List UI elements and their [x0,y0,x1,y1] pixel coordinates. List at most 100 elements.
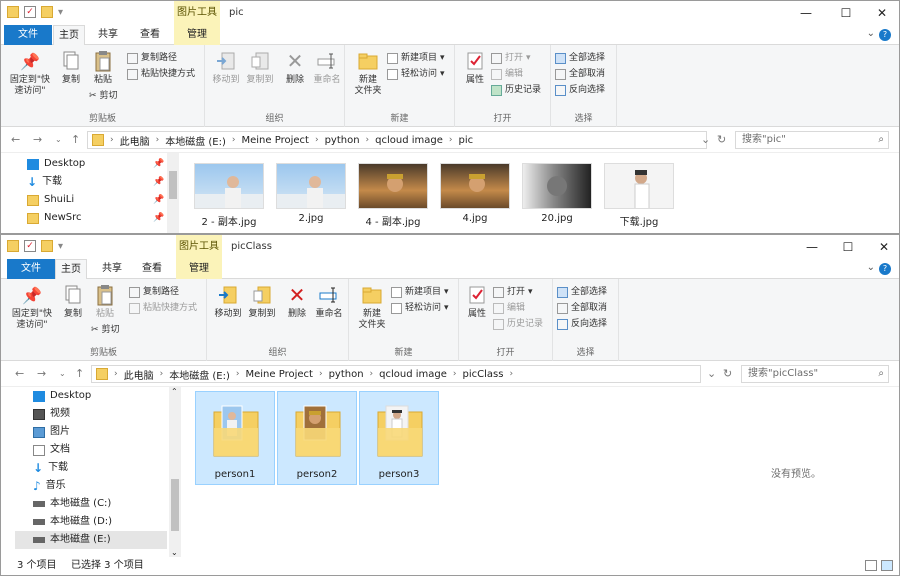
nav-item-desktop[interactable]: Desktop [27,155,85,173]
easy-access-button[interactable]: 轻松访问 ▾ [387,67,445,82]
address-dropdown-icon[interactable]: ⌄ [707,367,716,380]
pin-icon[interactable]: 📌 [153,195,164,205]
maximize-button[interactable]: ☐ [831,1,861,25]
tab-home[interactable]: 主页 [55,259,87,280]
pin-icon[interactable]: 📌 [153,213,164,223]
nav-item-videos[interactable]: 视频 [33,405,70,423]
file-item[interactable]: 2 - 副本.jpg [193,163,265,228]
breadcrumb-meine-project[interactable]: Meine Project [246,369,313,380]
properties-check-icon[interactable]: ✓ [24,6,36,18]
tab-manage[interactable]: 管理 [174,25,220,45]
search-icon[interactable]: ⌕ [878,366,884,382]
collapse-ribbon-icon[interactable]: ⌄ [867,262,875,273]
open-button[interactable]: 打开 ▾ [491,51,531,66]
tab-share[interactable]: 共享 [91,25,125,45]
edit-button[interactable]: 编辑 [491,67,523,82]
properties-button[interactable]: 属性 [459,49,491,86]
minimize-button[interactable]: — [797,235,827,259]
help-icon[interactable]: ? [879,263,891,275]
move-to-button[interactable]: 移动到 [209,49,243,86]
address-path[interactable]: › 此电脑 › 本地磁盘 (E:) › Meine Project › pyth… [87,131,707,149]
collapse-ribbon-icon[interactable]: ⌄ [867,28,875,39]
nav-item-drive-d[interactable]: 本地磁盘 (D:) [33,513,112,531]
scroll-up-icon[interactable]: ⌃ [171,387,178,396]
copy-path-button[interactable]: 复制路径 [127,51,177,66]
history-button[interactable]: 历史记录 [491,83,541,98]
rename-button[interactable]: 重命名 [311,49,343,86]
folder-item[interactable]: person2 [277,391,357,485]
invert-selection-button[interactable]: 反向选择 [557,317,607,332]
nav-scrollbar[interactable]: ⌃ ⌄ [169,387,181,559]
tab-view[interactable]: 查看 [133,25,167,45]
nav-item-music[interactable]: ♪ 音乐 [33,477,66,495]
pin-quick-access-button[interactable]: 📌 固定到"快 速访问" [9,283,55,331]
select-all-button[interactable]: 全部选择 [557,285,607,300]
file-item[interactable]: 4.jpg [439,163,511,224]
new-folder-icon[interactable] [41,240,53,252]
search-icon[interactable]: ⌕ [878,132,884,148]
tab-file[interactable]: 文件 [4,25,52,45]
nav-item-downloads[interactable]: ↓ 下载 [33,459,68,477]
tab-view[interactable]: 查看 [135,259,169,279]
folder-item[interactable]: person1 [195,391,275,485]
new-folder-button[interactable]: 新建 文件夹 [351,49,385,97]
edit-button[interactable]: 编辑 [493,301,525,316]
pin-quick-access-button[interactable]: 📌 固定到"快 速访问" [7,49,53,97]
breadcrumb-picclass[interactable]: picClass [463,369,504,380]
tab-home[interactable]: 主页 [53,25,85,46]
breadcrumb-this-pc[interactable]: 此电脑 [120,133,150,148]
invert-selection-button[interactable]: 反向选择 [555,83,605,98]
new-folder-button[interactable]: 新建 文件夹 [355,283,389,331]
pin-icon[interactable]: 📌 [153,177,164,187]
recent-dropdown-icon[interactable]: ⌄ [59,369,66,378]
nav-item-newsrc[interactable]: NewSrc [27,209,82,227]
nav-item-shuili[interactable]: ShuiLi [27,191,74,209]
new-item-button[interactable]: 新建项目 ▾ [387,51,445,66]
close-button[interactable]: ✕ [869,235,899,259]
refresh-icon[interactable]: ↻ [717,133,726,146]
file-item[interactable]: 20.jpg [521,163,593,224]
breadcrumb-this-pc[interactable]: 此电脑 [124,367,154,382]
pin-icon[interactable]: 📌 [153,159,164,169]
copy-to-button[interactable]: 复制到 [245,283,279,320]
nav-item-downloads[interactable]: ↓ 下载 [27,173,62,191]
tab-manage[interactable]: 管理 [176,259,222,279]
delete-button[interactable]: ✕ 删除 [279,49,311,86]
help-icon[interactable]: ? [879,29,891,41]
address-dropdown-icon[interactable]: ⌄ [701,133,710,146]
breadcrumb-python[interactable]: python [329,369,364,380]
file-item[interactable]: 2.jpg [275,163,347,224]
maximize-button[interactable]: ☐ [833,235,863,259]
minimize-button[interactable]: — [791,1,821,25]
address-path[interactable]: › 此电脑 › 本地磁盘 (E:) › Meine Project › pyth… [91,365,701,383]
nav-item-documents[interactable]: 文档 [33,441,70,459]
open-button[interactable]: 打开 ▾ [493,285,533,300]
breadcrumb-python[interactable]: python [325,135,360,146]
paste-shortcut-button[interactable]: 粘贴快捷方式 [129,301,197,316]
select-none-button[interactable]: 全部取消 [557,301,607,316]
breadcrumb-drive-e[interactable]: 本地磁盘 (E:) [169,367,230,382]
tab-share[interactable]: 共享 [95,259,129,279]
cut-button[interactable]: ✂ 剪切 [91,323,120,338]
cut-button[interactable]: ✂ 剪切 [89,89,118,104]
move-to-button[interactable]: 移动到 [211,283,245,320]
breadcrumb-qcloud-image[interactable]: qcloud image [379,369,447,380]
paste-button[interactable]: 粘贴 [87,49,119,86]
qat-dropdown-icon[interactable]: ▾ [58,241,63,252]
nav-item-desktop[interactable]: Desktop [33,387,91,405]
refresh-icon[interactable]: ↻ [723,367,732,380]
forward-arrow-icon[interactable]: → [33,133,42,146]
properties-button[interactable]: 属性 [461,283,493,320]
scroll-down-icon[interactable]: ⌄ [171,548,178,557]
recent-dropdown-icon[interactable]: ⌄ [55,135,62,144]
back-arrow-icon[interactable]: ← [15,367,24,380]
nav-item-drive-e[interactable]: 本地磁盘 (E:) [15,531,167,549]
rename-button[interactable]: 重命名 [313,283,345,320]
back-arrow-icon[interactable]: ← [11,133,20,146]
close-button[interactable]: ✕ [867,1,897,25]
scrollbar-thumb[interactable] [171,479,179,531]
paste-shortcut-button[interactable]: 粘贴快捷方式 [127,67,195,82]
breadcrumb-meine-project[interactable]: Meine Project [242,135,309,146]
select-none-button[interactable]: 全部取消 [555,67,605,82]
folder-item[interactable]: person3 [359,391,439,485]
